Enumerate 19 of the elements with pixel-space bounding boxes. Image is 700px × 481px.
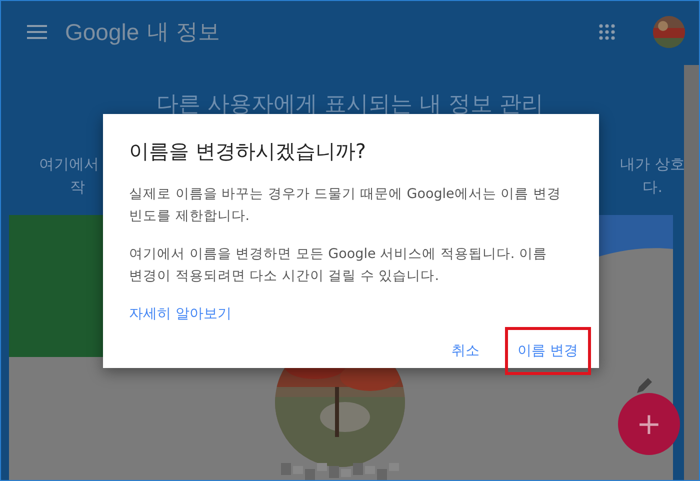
dialog-text: 실제로 이름을 바꾸는 경우가 드물기 때문에 Google에서는 이름 변경 빈도를 제한합니다. <box>129 185 562 226</box>
learn-more-link[interactable]: 자세히 알아보기 <box>129 305 232 323</box>
add-button[interactable]: + <box>618 393 680 455</box>
avatar[interactable] <box>653 16 685 48</box>
description-text: 다. <box>642 177 662 198</box>
logo: Google <box>65 18 140 46</box>
description-text: 여기에서 <box>39 154 99 175</box>
dialog-title: 이름을 변경하시겠습니까? <box>129 138 367 165</box>
description-text: 내가 상호 <box>620 154 685 175</box>
scrollbar[interactable] <box>684 65 699 480</box>
cancel-button[interactable]: 취소 <box>438 327 493 375</box>
change-name-button[interactable]: 이름 변경 <box>504 327 591 375</box>
apps-grid-icon[interactable] <box>599 24 615 40</box>
dialog-text: 여기에서 이름을 변경하면 모든 Google 서비스에 적용됩니다. 이름 변경이 적용되려면 다소 시간이 걸릴 수 있습니다. <box>129 245 548 286</box>
app-title: 내 정보 <box>147 19 220 47</box>
page-heading: 다른 사용자에게 표시되는 내 정보 관리 <box>156 91 544 119</box>
description-text: 작 <box>70 177 85 198</box>
menu-icon[interactable] <box>27 25 47 39</box>
pencil-icon[interactable] <box>635 377 653 395</box>
